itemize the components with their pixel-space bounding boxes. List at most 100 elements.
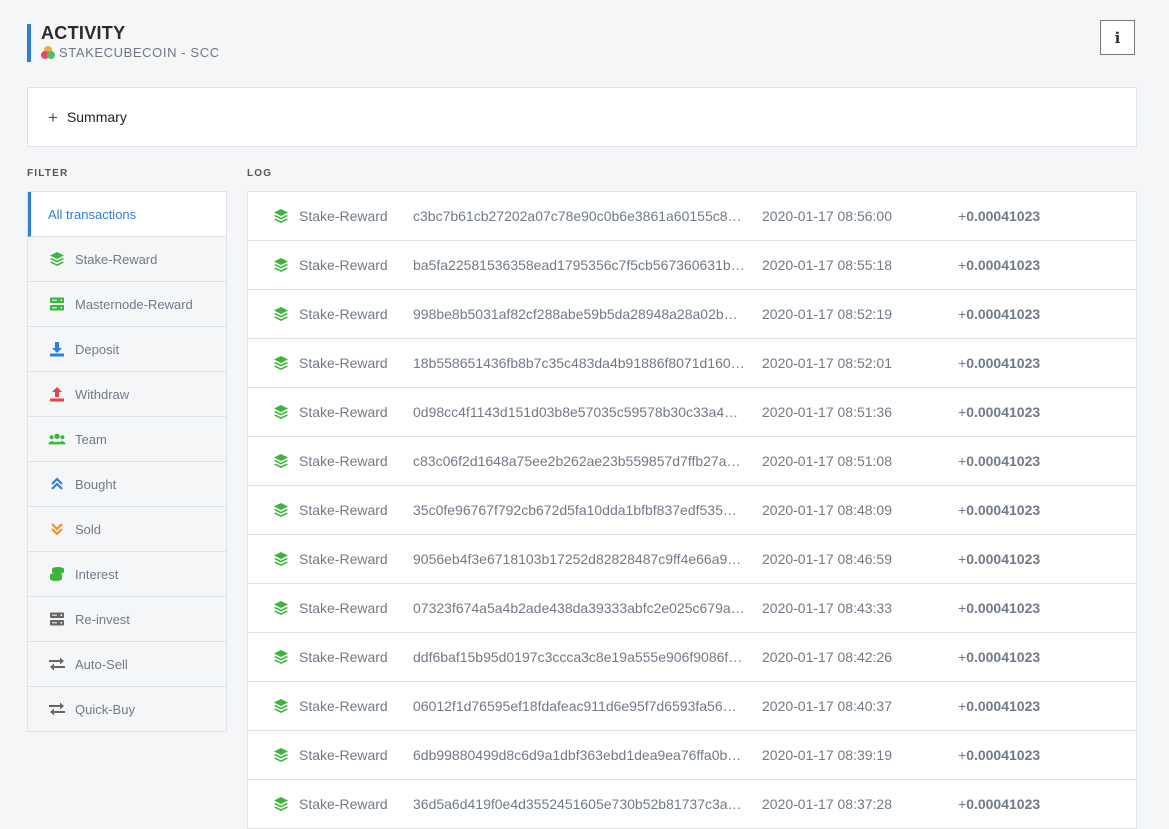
filter-item-withdraw[interactable]: Withdraw (28, 372, 226, 417)
filter-item-quick-buy[interactable]: Quick-Buy (28, 687, 226, 731)
filter-item-masternode-reward[interactable]: Masternode-Reward (28, 282, 226, 327)
download-icon (48, 340, 66, 358)
log-type: Stake-Reward (299, 453, 388, 469)
log-type: Stake-Reward (299, 649, 388, 665)
stack-icon (272, 697, 290, 715)
log-tx-hash[interactable]: 18b558651436fb8b7c35c483da4b91886f8071d1… (413, 355, 745, 371)
filter-item-label: Re-invest (75, 611, 130, 627)
filter-item-team[interactable]: Team (28, 417, 226, 462)
log-date: 2020-01-17 08:51:36 (762, 404, 892, 420)
log-tx-hash[interactable]: 9056eb4f3e6718103b17252d82828487c9ff4e66… (413, 551, 745, 567)
log-row[interactable]: Stake-Reward 18b558651436fb8b7c35c483da4b… (248, 339, 1136, 388)
expand-icon: + (48, 107, 58, 127)
filter-list: All transactions Stake-Reward Masternode-R… (27, 191, 227, 732)
log-row[interactable]: Stake-Reward c83c06f2d1648a75ee2b262ae23b… (248, 437, 1136, 486)
log-amount: +0.00041023 (958, 208, 1040, 224)
filter-item-auto-sell[interactable]: Auto-Sell (28, 642, 226, 687)
log-amount: +0.00041023 (958, 649, 1040, 665)
page-header: ACTIVITY STAKECUBECOIN - SCC (27, 24, 220, 62)
log-row[interactable]: Stake-Reward 0d98cc4f1143d151d03b8e57035c… (248, 388, 1136, 437)
log-amount: +0.00041023 (958, 257, 1040, 273)
log-tx-hash[interactable]: 0d98cc4f1143d151d03b8e57035c59578b30c33a… (413, 404, 745, 420)
filter-item-label: Interest (75, 566, 119, 582)
log-amount: +0.00041023 (958, 747, 1040, 763)
coins-icon (48, 565, 66, 583)
info-button[interactable]: i (1100, 20, 1135, 55)
log-date: 2020-01-17 08:56:00 (762, 208, 892, 224)
filter-item-label: Quick-Buy (75, 701, 135, 717)
log-tx-hash[interactable]: 36d5a6d419f0e4d3552451605e730b52b81737c3… (413, 796, 745, 812)
log-row[interactable]: Stake-Reward 9056eb4f3e6718103b17252d8282… (248, 535, 1136, 584)
stack-icon (272, 207, 290, 225)
amount-sign: + (958, 257, 967, 273)
log-date: 2020-01-17 08:42:26 (762, 649, 892, 665)
filter-item-bought[interactable]: Bought (28, 462, 226, 507)
log-amount: +0.00041023 (958, 453, 1040, 469)
filter-item-sold[interactable]: Sold (28, 507, 226, 552)
stack-icon (272, 305, 290, 323)
filter-item-interest[interactable]: Interest (28, 552, 226, 597)
log-tx-hash[interactable]: 6db99880499d8c6d9a1dbf363ebd1dea9ea76ffa… (413, 747, 745, 763)
coin-logo-icon (41, 45, 55, 60)
filter-item-stake-reward[interactable]: Stake-Reward (28, 237, 226, 282)
server-icon (48, 295, 66, 313)
log-date: 2020-01-17 08:37:28 (762, 796, 892, 812)
log-row[interactable]: Stake-Reward ba5fa22581536358ead1795356c7… (248, 241, 1136, 290)
upload-icon (48, 385, 66, 403)
log-row[interactable]: Stake-Reward 998be8b5031af82cf288abe59b5d… (248, 290, 1136, 339)
log-date: 2020-01-17 08:48:09 (762, 502, 892, 518)
log-date: 2020-01-17 08:55:18 (762, 257, 892, 273)
page-subtitle: STAKECUBECOIN - SCC (41, 45, 220, 60)
log-tx-hash[interactable]: c83c06f2d1648a75ee2b262ae23b559857d7ffb2… (413, 453, 745, 469)
stack-icon (48, 250, 66, 268)
filter-item-label: Stake-Reward (75, 251, 158, 267)
amount-value: 0.00041023 (966, 453, 1041, 469)
log-tx-hash[interactable]: 06012f1d76595ef18fdafeac911d6e95f7d6593f… (413, 698, 745, 714)
log-amount: +0.00041023 (958, 796, 1040, 812)
log-row[interactable]: Stake-Reward ddf6baf15b95d0197c3ccca3c8e1… (248, 633, 1136, 682)
log-row[interactable]: Stake-Reward c3bc7b61cb27202a07c78e90c0b6… (248, 192, 1136, 241)
exchange-icon (48, 700, 66, 718)
log-amount: +0.00041023 (958, 600, 1040, 616)
log-type: Stake-Reward (299, 404, 388, 420)
server-icon (48, 610, 66, 628)
amount-value: 0.00041023 (966, 355, 1041, 371)
amount-sign: + (958, 600, 967, 616)
log-amount: +0.00041023 (958, 355, 1040, 371)
amount-sign: + (958, 355, 967, 371)
stack-icon (272, 256, 290, 274)
stack-icon (272, 648, 290, 666)
amount-sign: + (958, 649, 967, 665)
summary-panel[interactable]: + Summary (27, 87, 1137, 147)
log-tx-hash[interactable]: ddf6baf15b95d0197c3ccca3c8e19a555e906f90… (413, 649, 745, 665)
coin-name: STAKECUBECOIN - SCC (59, 45, 220, 60)
amount-value: 0.00041023 (966, 698, 1041, 714)
amount-sign: + (958, 306, 967, 322)
filter-item-re-invest[interactable]: Re-invest (28, 597, 226, 642)
log-row[interactable]: Stake-Reward 35c0fe96767f792cb672d5fa10dd… (248, 486, 1136, 535)
log-type: Stake-Reward (299, 306, 388, 322)
log-row[interactable]: Stake-Reward 36d5a6d419f0e4d3552451605e73… (248, 780, 1136, 829)
log-date: 2020-01-17 08:52:19 (762, 306, 892, 322)
amount-value: 0.00041023 (966, 796, 1041, 812)
filter-item-all-transactions[interactable]: All transactions (28, 192, 226, 237)
log-tx-hash[interactable]: ba5fa22581536358ead1795356c7f5cb56736063… (413, 257, 745, 273)
amount-value: 0.00041023 (966, 747, 1041, 763)
stack-icon (272, 501, 290, 519)
log-row[interactable]: Stake-Reward 06012f1d76595ef18fdafeac911d… (248, 682, 1136, 731)
filter-item-label: Sold (75, 521, 102, 537)
log-type: Stake-Reward (299, 600, 388, 616)
log-date: 2020-01-17 08:46:59 (762, 551, 892, 567)
log-row[interactable]: Stake-Reward 6db99880499d8c6d9a1dbf363ebd… (248, 731, 1136, 780)
log-tx-hash[interactable]: c3bc7b61cb27202a07c78e90c0b6e3861a60155c… (413, 208, 745, 224)
log-tx-hash[interactable]: 998be8b5031af82cf288abe59b5da28948a28a02… (413, 306, 745, 322)
filter-item-deposit[interactable]: Deposit (28, 327, 226, 372)
log-tx-hash[interactable]: 35c0fe96767f792cb672d5fa10dda1bfbf837edf… (413, 502, 745, 518)
filter-item-label: Masternode-Reward (75, 296, 193, 312)
amount-sign: + (958, 502, 967, 518)
log-tx-hash[interactable]: 07323f674a5a4b2ade438da39333abfc2e025c67… (413, 600, 745, 616)
users-icon (48, 430, 66, 448)
filter-item-label: Withdraw (75, 386, 130, 402)
log-row[interactable]: Stake-Reward 07323f674a5a4b2ade438da39333… (248, 584, 1136, 633)
stack-icon (272, 599, 290, 617)
